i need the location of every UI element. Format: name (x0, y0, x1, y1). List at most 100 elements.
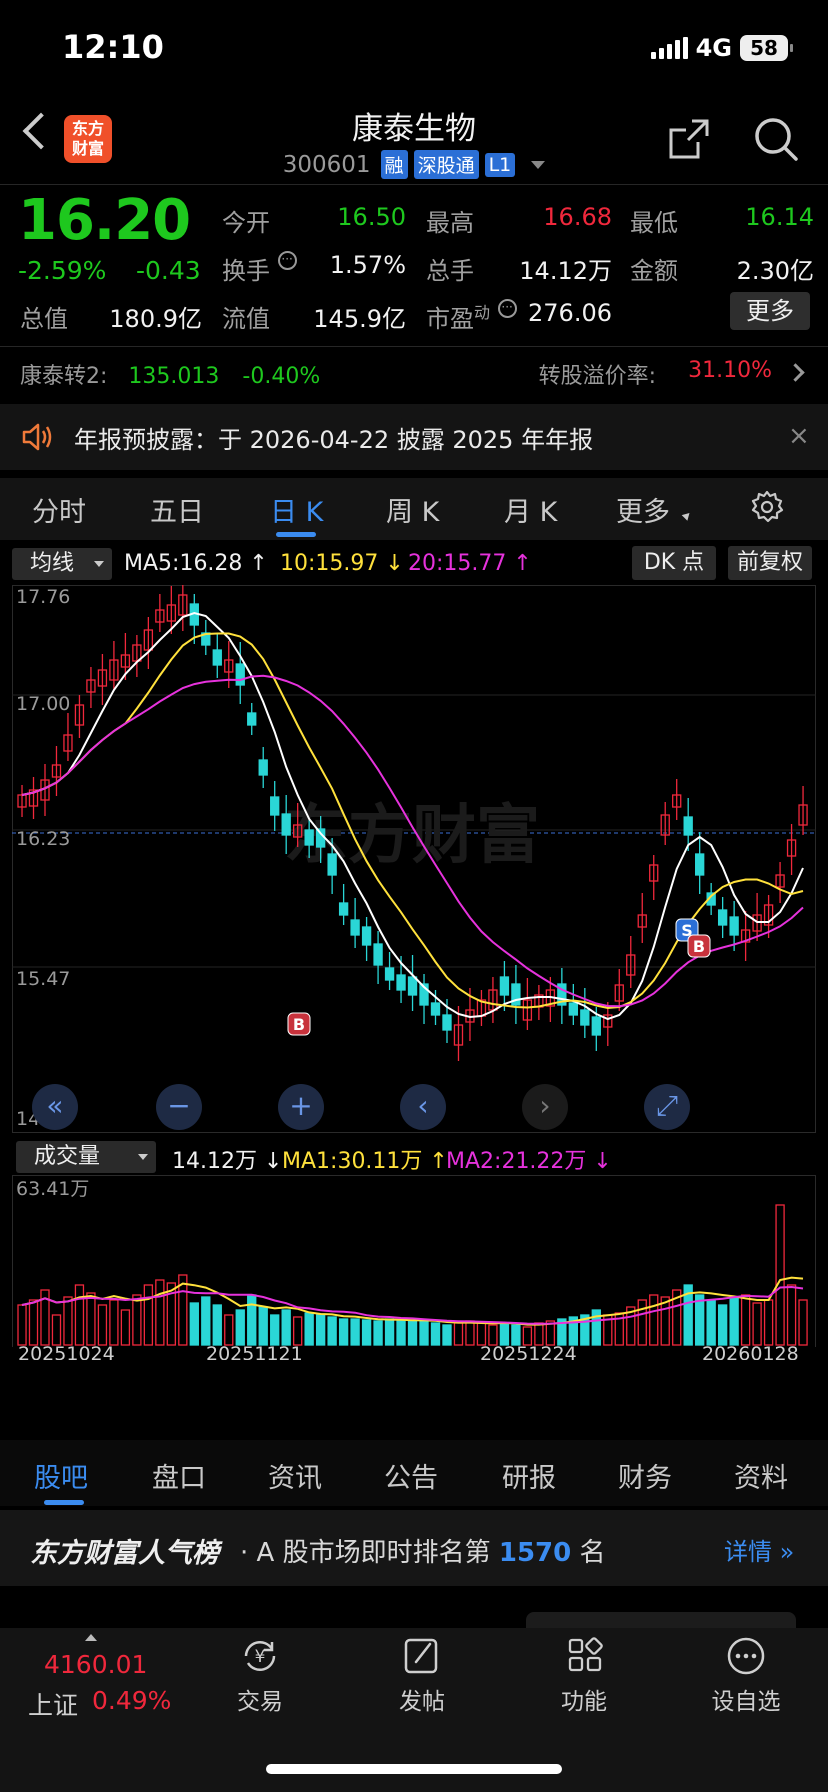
zoom-out-icon[interactable]: − (156, 1084, 202, 1130)
premium-value: 31.10% (688, 358, 772, 383)
tab-weekly-k[interactable]: 周 K (386, 490, 439, 529)
convertible-bond-row[interactable]: 康泰转2: 135.013 -0.40% 转股溢价率: 31.10% (20, 358, 808, 390)
signal-icon (650, 37, 688, 59)
volume-bar (419, 1320, 429, 1346)
volume-bar (775, 1204, 785, 1346)
rank-detail-link[interactable]: 详情 » (724, 1532, 794, 1567)
tab-five-day[interactable]: 五日 (150, 490, 204, 529)
add-watchlist-button[interactable]: 设自选 (700, 1636, 792, 1716)
index-value[interactable]: 4160.01 (44, 1650, 147, 1679)
chevron-up-icon[interactable] (85, 1634, 97, 1641)
close-icon[interactable]: × (788, 421, 810, 451)
candle-body (212, 649, 222, 666)
volume-bar (442, 1324, 452, 1346)
volume-bar (201, 1296, 211, 1346)
volume-max-label: 63.41万 (16, 1178, 89, 1200)
volume-bar (109, 1299, 119, 1346)
rewind-icon[interactable]: « (32, 1084, 78, 1130)
tab-intraday[interactable]: 分时 (32, 490, 86, 529)
volume-label: 总手 (426, 257, 474, 285)
tab-monthly-k[interactable]: 月 K (504, 490, 557, 529)
volume-ma2: MA2:21.22万 ↓ (446, 1149, 612, 1174)
volume-bar (143, 1284, 154, 1346)
search-icon[interactable] (753, 116, 799, 162)
candle-body (717, 909, 728, 926)
volume-bar (51, 1314, 62, 1346)
volume-chart[interactable]: 63.41万 20251024 20251121 20251224 20260128 (12, 1175, 816, 1360)
tab-profile[interactable]: 资料 (734, 1456, 788, 1495)
volume-bar (361, 1319, 372, 1346)
candle-body (499, 976, 510, 996)
index-name[interactable]: 上证 (28, 1686, 78, 1722)
volume-bar (476, 1322, 487, 1346)
tab-news[interactable]: 资讯 (268, 1456, 322, 1495)
trade-button[interactable]: ¥ 交易 (220, 1636, 300, 1716)
info-icon[interactable]: ··· (277, 251, 297, 270)
volume-bar (798, 1299, 808, 1346)
trade-marker-label: B (693, 937, 705, 956)
candle-body (361, 926, 372, 946)
tab-announcement[interactable]: 公告 (384, 1456, 438, 1495)
high-value: 16.68 (543, 203, 612, 231)
chevron-right-icon[interactable]: › (522, 1084, 568, 1130)
volume-bar (17, 1304, 27, 1346)
function-button[interactable]: 功能 (544, 1636, 624, 1716)
tab-research[interactable]: 研报 (502, 1456, 556, 1495)
battery-icon: 58 (740, 35, 793, 61)
tab-pankou[interactable]: 盘口 (152, 1456, 206, 1495)
rank-brand: 东方财富人气榜 (30, 1538, 219, 1569)
volume-bar (752, 1302, 762, 1346)
stock-code: 300601 (282, 151, 371, 178)
candle-body (729, 916, 739, 936)
share-icon[interactable] (668, 118, 710, 160)
volume-bar (224, 1314, 234, 1346)
trade-marker-label: B (293, 1015, 305, 1034)
volume-bar (649, 1294, 659, 1346)
volume-bar (315, 1314, 326, 1346)
candle-body (304, 829, 314, 846)
svg-text:¥: ¥ (255, 1647, 266, 1667)
more-button[interactable]: 更多 (730, 292, 810, 330)
volume-bar (28, 1299, 39, 1346)
date-label: 20260128 (702, 1343, 799, 1360)
active-tab-indicator (44, 1500, 84, 1505)
volume-selector[interactable]: 成交量 (16, 1141, 156, 1173)
candle-body (281, 813, 291, 836)
volume-bar (304, 1312, 314, 1346)
volume-value: 14.12万 (519, 257, 612, 285)
tab-finance[interactable]: 财务 (618, 1456, 672, 1495)
tab-guba[interactable]: 股吧 (34, 1456, 88, 1495)
volume-bar (86, 1292, 96, 1346)
post-button[interactable]: 发帖 (382, 1636, 462, 1716)
zoom-in-icon[interactable]: + (278, 1084, 324, 1130)
candlestick-chart[interactable]: 东方财富17.7617.0016.2315.4714.70BSB (12, 585, 816, 1133)
adjust-button[interactable]: 前复权 (728, 546, 812, 580)
volume-bar (465, 1320, 475, 1346)
volume-bar (740, 1294, 751, 1346)
turnover-label[interactable]: 换手 ··· (222, 251, 297, 286)
index-change[interactable]: 0.49% (92, 1686, 171, 1715)
pe-label[interactable]: 市盈动 ··· (426, 299, 517, 334)
float-value: 145.9亿 (313, 305, 406, 333)
volume-bar (270, 1314, 280, 1346)
trade-icon: ¥ (244, 1640, 276, 1672)
volume-bar (407, 1320, 418, 1346)
tag-level: L1 (484, 152, 516, 177)
candle-body (568, 1002, 579, 1016)
tab-more[interactable]: 更多 (616, 490, 670, 529)
active-tab-indicator (276, 532, 316, 537)
chevron-left-icon[interactable]: ‹ (400, 1084, 446, 1130)
arrow-up-icon: ↑ (506, 551, 532, 576)
tab-daily-k[interactable]: 日 K (270, 490, 323, 529)
amount-label: 金额 (630, 257, 678, 285)
fullscreen-icon[interactable]: ⤢ (644, 1084, 690, 1130)
volume-bar (132, 1294, 142, 1346)
candle-body (591, 1016, 601, 1036)
candle-body (247, 712, 257, 726)
dk-point-button[interactable]: DK 点 (632, 546, 716, 580)
candle-body (270, 796, 280, 816)
bond-price: 135.013 (128, 364, 220, 389)
volume-bar (763, 1299, 774, 1346)
indicator-selector[interactable]: 均线 (12, 548, 112, 580)
gear-icon[interactable] (750, 490, 784, 524)
